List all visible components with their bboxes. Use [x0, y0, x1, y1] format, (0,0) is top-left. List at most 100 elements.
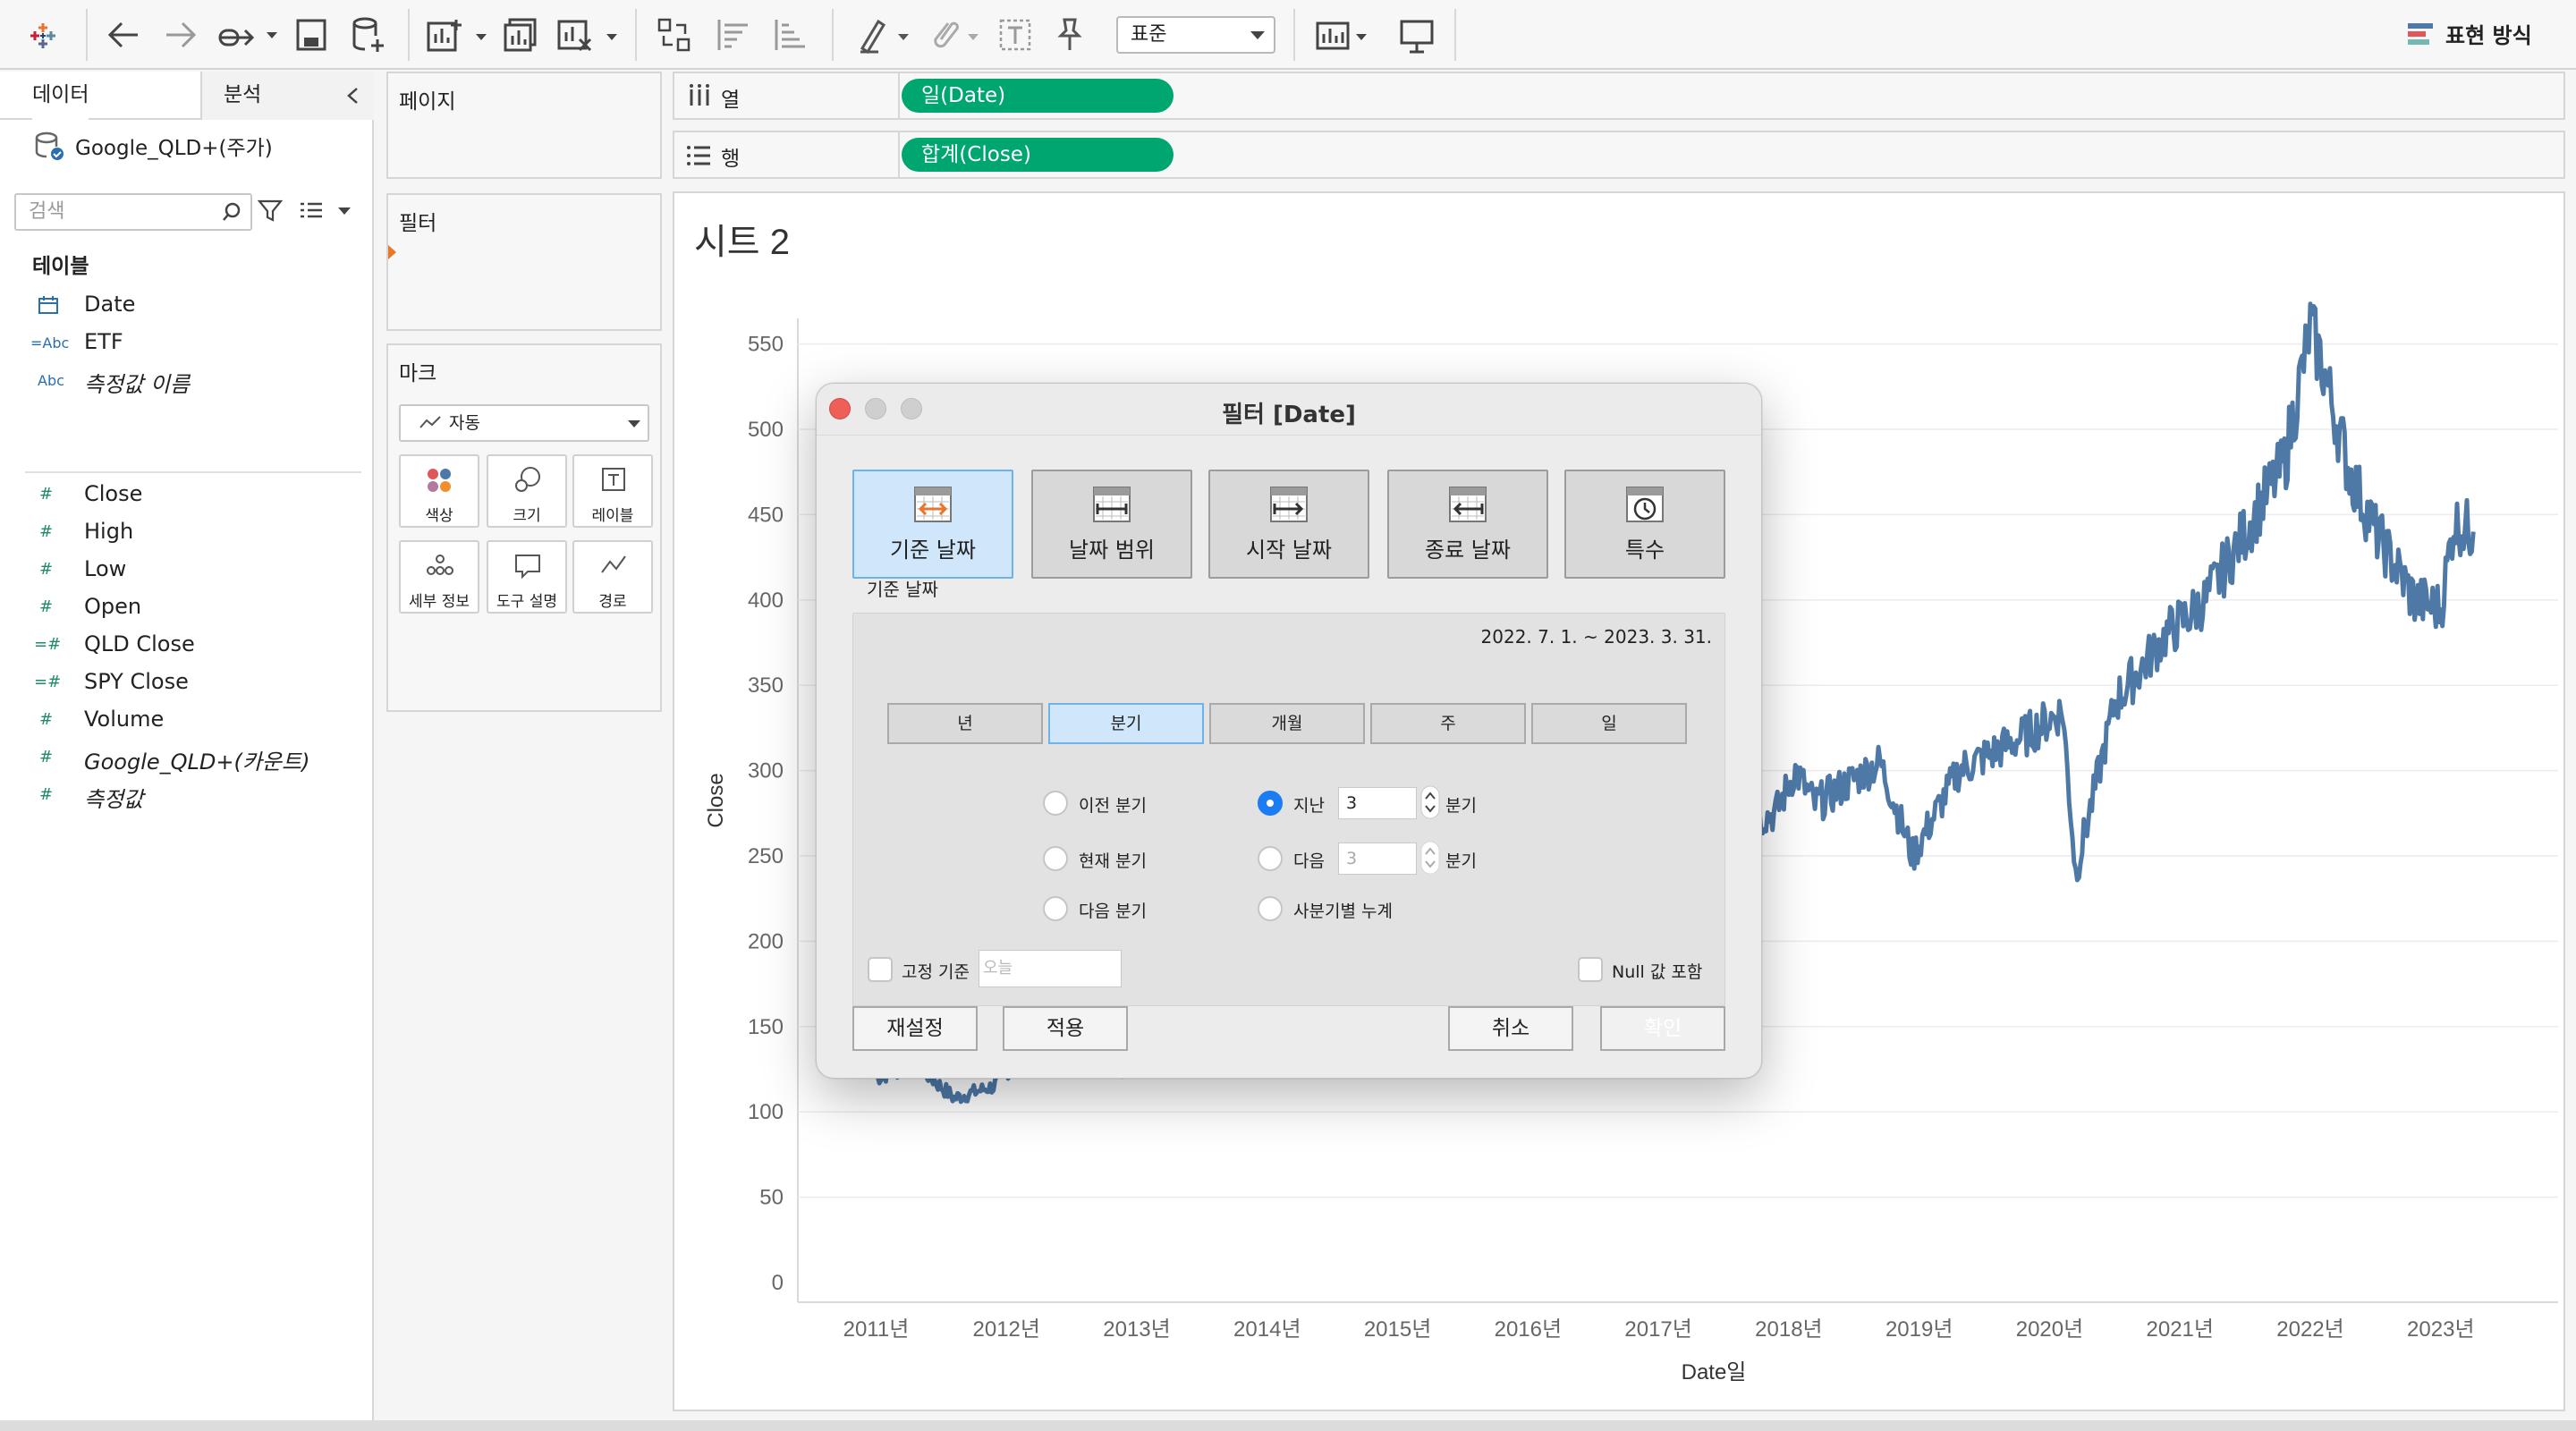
radio-last-n[interactable] — [1258, 791, 1283, 816]
unit-month-button[interactable]: 개월 — [1209, 703, 1365, 744]
y-tick-label: 0 — [772, 1271, 784, 1295]
radio-next-quarter[interactable] — [1043, 896, 1068, 921]
pages-card[interactable]: 페이지 — [386, 72, 662, 179]
label-button[interactable]: 레이블 — [572, 454, 653, 528]
include-null-checkbox[interactable] — [1578, 957, 1603, 982]
radio-current-quarter[interactable] — [1043, 846, 1068, 871]
field-spy-close[interactable]: =# SPY Close — [0, 664, 367, 699]
field-open[interactable]: # Open — [0, 588, 367, 624]
reset-button[interactable]: 재설정 — [852, 1006, 978, 1051]
unit-week-button[interactable]: 주 — [1370, 703, 1526, 744]
field-date[interactable]: Date — [0, 286, 367, 322]
path-button[interactable]: 경로 — [572, 540, 653, 614]
unit-quarter-button[interactable]: 분기 — [1048, 703, 1204, 744]
tooltip-button[interactable]: 도구 설명 — [487, 540, 567, 614]
size-button[interactable]: 크기 — [487, 454, 567, 528]
radio-quarter-to-date[interactable] — [1258, 896, 1283, 921]
field-measure-names[interactable]: Abc 측정값 이름 — [0, 361, 367, 397]
forward-arrow-icon[interactable] — [163, 18, 199, 52]
field-name: Google_QLD+(카운트) — [84, 749, 310, 775]
back-arrow-icon[interactable] — [106, 18, 141, 52]
mode-relative-date[interactable]: 기준 날짜 — [852, 470, 1013, 579]
mode-start-date[interactable]: 시작 날짜 — [1208, 470, 1369, 579]
sheet-tabs-bar — [0, 1420, 2576, 1431]
y-tick-label: 500 — [748, 418, 784, 442]
duplicate-sheet-icon[interactable] — [503, 16, 538, 54]
size-button-label: 크기 — [513, 507, 541, 525]
y-tick-label: 200 — [748, 929, 784, 953]
detail-button-label: 세부 정보 — [409, 593, 470, 611]
sort-descending-icon[interactable] — [773, 16, 809, 54]
next-n-unit: 분기 — [1445, 851, 1477, 871]
last-n-input[interactable]: 3 — [1338, 787, 1417, 819]
new-worksheet-icon[interactable] — [426, 16, 488, 54]
x-tick-label: 2015년 — [1364, 1317, 1431, 1342]
field-low[interactable]: # Low — [0, 551, 367, 587]
size-icon — [513, 467, 542, 494]
field-close[interactable]: # Close — [0, 476, 367, 512]
detail-button[interactable]: 세부 정보 — [399, 540, 479, 614]
show-cards-menu-icon[interactable] — [1315, 16, 1372, 54]
next-n-input[interactable]: 3 — [1338, 843, 1417, 875]
apply-button[interactable]: 적용 — [1003, 1006, 1128, 1051]
datasource-name[interactable]: Google_QLD+(주가) — [75, 131, 273, 161]
mode-date-range[interactable]: 날짜 범위 — [1031, 470, 1192, 579]
columns-pill-date[interactable]: 일(Date) — [902, 79, 1174, 113]
radio-quarter-to-date-label: 사분기별 누계 — [1293, 902, 1393, 921]
group-members-menu-icon[interactable] — [927, 16, 984, 54]
ok-button[interactable]: 확인 — [1600, 1006, 1725, 1051]
mark-type-select[interactable]: 자동 — [399, 404, 649, 442]
dialog-titlebar: 필터 [Date] — [817, 384, 1761, 436]
highlight-menu-icon[interactable] — [857, 16, 914, 54]
anchor-date-input[interactable]: 오늘 — [979, 950, 1122, 987]
swap-rows-columns-icon[interactable] — [657, 16, 692, 54]
filters-card[interactable]: 필터 — [386, 193, 662, 331]
calendar-relative-icon — [913, 484, 953, 525]
columns-shelf[interactable]: 열 일(Date) — [673, 72, 2565, 120]
last-n-stepper-icon[interactable] — [1420, 785, 1440, 819]
mode-end-date[interactable]: 종료 날짜 — [1387, 470, 1548, 579]
field-volume[interactable]: # Volume — [0, 701, 367, 737]
fix-axes-pin-icon[interactable] — [1052, 16, 1088, 54]
rows-pill-close[interactable]: 합계(Close) — [902, 138, 1174, 172]
y-tick-label: 450 — [748, 503, 784, 527]
cancel-button[interactable]: 취소 — [1448, 1006, 1573, 1051]
radio-next-n[interactable] — [1258, 846, 1283, 871]
x-tick-label: 2019년 — [1885, 1317, 1953, 1342]
add-datasource-icon[interactable] — [351, 16, 386, 54]
filter-fields-icon[interactable] — [258, 199, 283, 224]
field-etf[interactable]: =Abc ETF — [0, 324, 367, 360]
color-button[interactable]: 색상 — [399, 454, 479, 528]
field-qld-close[interactable]: =# QLD Close — [0, 626, 367, 662]
next-n-stepper-icon[interactable] — [1420, 841, 1440, 875]
dialog-title: 필터 [Date] — [1222, 402, 1356, 428]
unit-day-button[interactable]: 일 — [1531, 703, 1687, 744]
show-me-icon[interactable] — [2408, 21, 2435, 47]
save-icon[interactable] — [295, 18, 327, 52]
tab-data[interactable]: 데이터 — [32, 72, 89, 120]
anchor-checkbox[interactable] — [868, 957, 893, 982]
field-record-count[interactable]: # Google_QLD+(카운트) — [0, 739, 367, 775]
tableau-logo-icon[interactable] — [27, 20, 59, 52]
measure-icon: # — [39, 748, 54, 766]
field-name: Open — [84, 594, 142, 619]
unit-year-button[interactable]: 년 — [887, 703, 1043, 744]
field-search-input[interactable]: 검색 — [14, 193, 252, 231]
measure-icon: # — [39, 560, 54, 579]
mode-special[interactable]: 특수 — [1564, 470, 1725, 579]
collapse-pane-icon[interactable] — [345, 86, 360, 106]
clear-sheet-icon[interactable] — [556, 16, 619, 54]
tab-analytics[interactable]: 분석 — [224, 72, 261, 120]
field-high[interactable]: # High — [0, 513, 367, 549]
rows-shelf[interactable]: 행 합계(Close) — [673, 131, 2565, 179]
sort-ascending-icon[interactable] — [716, 16, 751, 54]
radio-previous-quarter[interactable] — [1043, 791, 1068, 816]
view-fit-select[interactable]: 표준 — [1116, 16, 1275, 54]
y-tick-label: 150 — [748, 1015, 784, 1039]
field-measure-values[interactable]: # 측정값 — [0, 776, 367, 812]
view-list-menu-icon[interactable] — [299, 200, 358, 222]
show-mark-labels-icon[interactable] — [998, 18, 1034, 52]
presentation-mode-icon[interactable] — [1399, 16, 1435, 54]
show-me-button[interactable]: 표현 방식 — [2445, 18, 2532, 49]
redo-menu-icon[interactable] — [216, 20, 279, 50]
